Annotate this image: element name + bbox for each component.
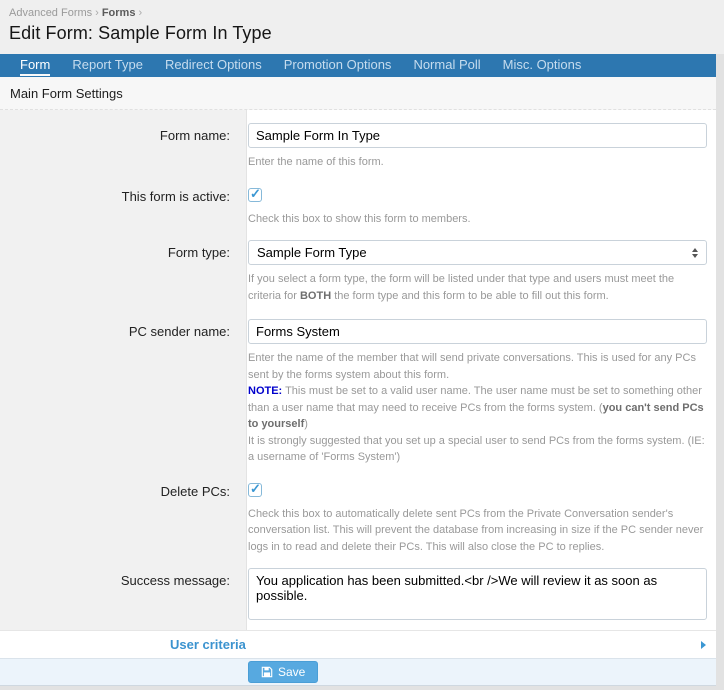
tab-form[interactable]: Form [9, 54, 61, 77]
tab-bar: Form Report Type Redirect Options Promot… [0, 54, 716, 77]
form-type-label: Form type: [167, 245, 230, 260]
user-criteria-toggle[interactable]: User criteria [0, 630, 716, 658]
breadcrumb-separator: › [95, 7, 99, 19]
save-floppy-icon [261, 666, 273, 678]
tab-redirect-options[interactable]: Redirect Options [154, 54, 273, 77]
form-panel: Main Form Settings Form name: Enter the … [0, 77, 716, 686]
pc-sender-hint-line3: It is strongly suggested that you set up… [248, 434, 705, 464]
save-button[interactable]: Save [248, 661, 319, 683]
breadcrumb-forms[interactable]: Forms [102, 7, 136, 19]
tab-report-type[interactable]: Report Type [61, 54, 154, 77]
breadcrumb-advanced-forms[interactable]: Advanced Forms [9, 7, 92, 19]
form-type-select-value: Sample Form Type [257, 245, 367, 260]
success-message-hint: Enter what you would like displayed when… [248, 628, 707, 630]
form-type-hint: If you select a form type, the form will… [248, 273, 675, 302]
tab-normal-poll[interactable]: Normal Poll [402, 54, 491, 77]
pc-sender-label: PC sender name: [128, 324, 230, 339]
delete-pcs-label: Delete PCs: [160, 483, 230, 499]
delete-pcs-checkbox[interactable] [248, 481, 262, 497]
delete-pcs-row: Delete PCs: Check this box to automatica… [0, 481, 716, 556]
form-active-row: This form is active: Check this box to s… [0, 186, 716, 228]
form-name-hint: Enter the name of this form. [248, 156, 384, 168]
tab-promotion-options[interactable]: Promotion Options [273, 54, 403, 77]
form-active-hint: Check this box to show this form to memb… [248, 212, 471, 225]
chevron-right-icon [701, 640, 706, 649]
success-message-textarea[interactable]: You application has been submitted.<br /… [248, 568, 707, 620]
success-message-label: Success message: [120, 573, 230, 588]
form-active-label: This form is active: [121, 188, 230, 204]
admin-page: Advanced Forms › Forms › Edit Form: Sample … [0, 0, 724, 690]
save-bar: Save [0, 658, 716, 686]
form-type-select[interactable]: Sample Form Type [248, 240, 707, 265]
form-name-label: Form name: [159, 128, 230, 143]
form-name-row: Form name: Enter the name of this form. [0, 123, 716, 171]
form-name-input[interactable] [248, 123, 707, 148]
save-button-label: Save [278, 665, 306, 679]
pc-sender-hint-line1: Enter the name of the member that will s… [248, 352, 696, 381]
user-criteria-label: User criteria [170, 637, 246, 652]
pc-sender-input[interactable] [248, 319, 707, 344]
pc-sender-hint: Enter the name of the member that will s… [248, 350, 707, 466]
breadcrumb: Advanced Forms › Forms › [9, 7, 724, 19]
tab-misc-options[interactable]: Misc. Options [492, 54, 593, 77]
delete-pcs-hint: Check this box to automatically delete s… [248, 507, 704, 553]
pc-sender-row: PC sender name: Enter the name of the me… [0, 319, 716, 466]
page-header: Advanced Forms › Forms › Edit Form: Sample … [0, 0, 724, 54]
select-stepper-icon [692, 247, 698, 258]
form-rows: Form name: Enter the name of this form. … [0, 110, 716, 630]
form-type-row: Form type: Sample Form Type If you selec… [0, 240, 716, 304]
page-title: Edit Form: Sample Form In Type [9, 23, 272, 43]
pc-sender-hint-note: NOTE: This must be set to a valid user n… [248, 385, 704, 430]
form-active-checkbox[interactable] [248, 186, 262, 202]
section-title: Main Form Settings [0, 77, 716, 110]
breadcrumb-separator: › [138, 7, 143, 19]
success-message-row: Success message: You application has bee… [0, 568, 716, 630]
